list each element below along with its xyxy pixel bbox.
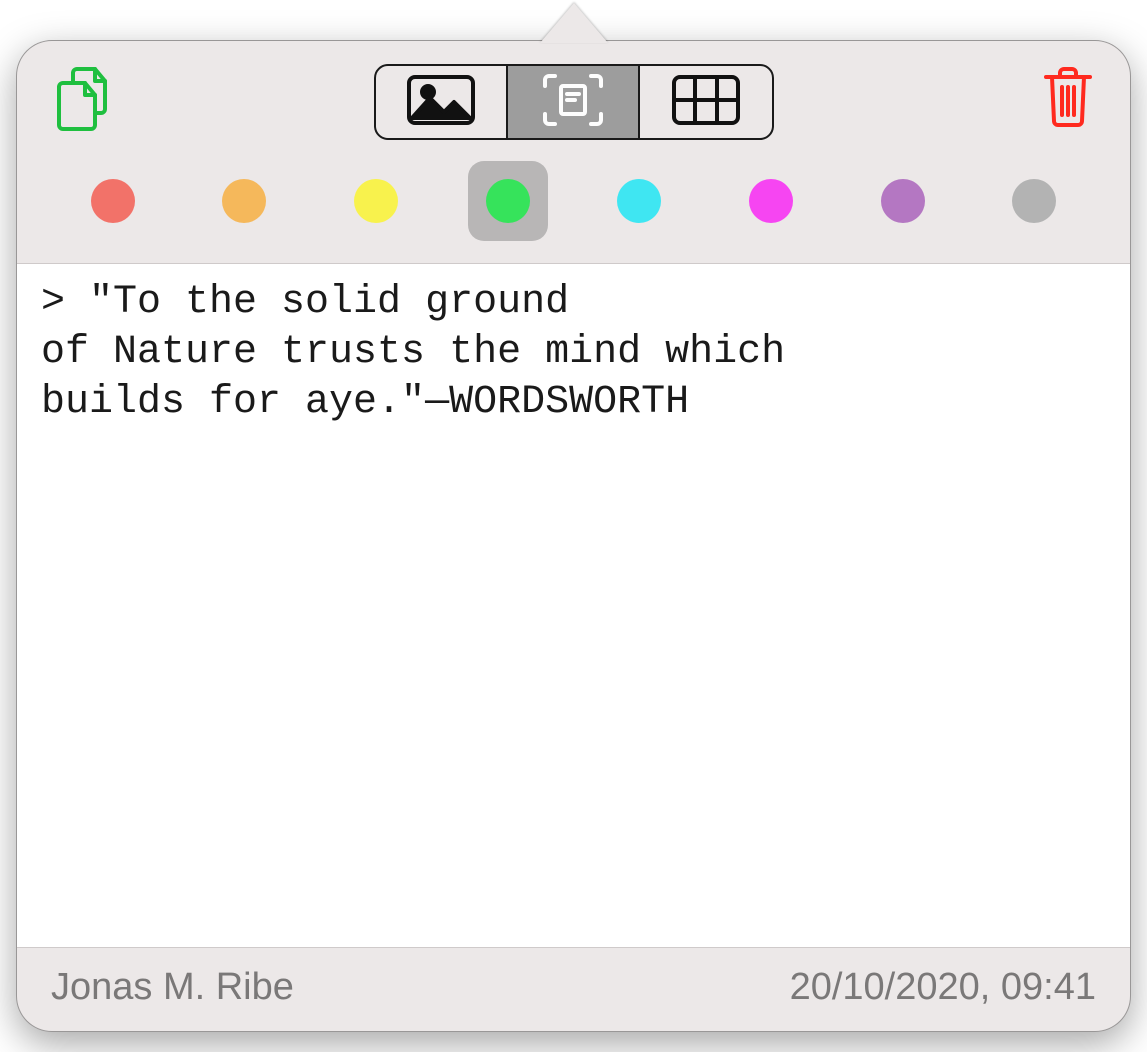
color-dot-icon <box>354 179 398 223</box>
color-dot-icon <box>881 179 925 223</box>
color-dot-icon <box>486 179 530 223</box>
picture-icon <box>406 74 476 131</box>
mode-image-button[interactable] <box>376 66 508 138</box>
color-swatch-orange[interactable] <box>204 161 284 241</box>
popover-panel: > "To the solid ground of Nature trusts … <box>16 40 1131 1032</box>
copy-documents-icon <box>51 119 113 134</box>
color-swatch-green[interactable] <box>468 161 548 241</box>
color-swatch-purple[interactable] <box>863 161 943 241</box>
color-dot-icon <box>91 179 135 223</box>
color-swatch-cyan[interactable] <box>599 161 679 241</box>
table-grid-icon <box>671 74 741 131</box>
mode-table-button[interactable] <box>640 66 772 138</box>
color-dot-icon <box>749 179 793 223</box>
timestamp-label: 20/10/2020, 09:41 <box>790 966 1096 1009</box>
color-dot-icon <box>222 179 266 223</box>
toolbar <box>17 41 1130 151</box>
color-swatch-red[interactable] <box>73 161 153 241</box>
mode-text-capture-button[interactable] <box>508 66 640 138</box>
color-swatch-magenta[interactable] <box>731 161 811 241</box>
color-dot-icon <box>1012 179 1056 223</box>
color-swatch-row <box>17 151 1130 263</box>
note-text-area[interactable]: > "To the solid ground of Nature trusts … <box>17 263 1130 948</box>
copy-button[interactable] <box>51 63 113 134</box>
delete-button[interactable] <box>1040 63 1096 132</box>
viewfinder-text-icon <box>541 72 605 133</box>
footer: Jonas M. Ribe 20/10/2020, 09:41 <box>17 948 1130 1031</box>
mode-segmented-control <box>374 64 774 140</box>
trash-icon <box>1040 117 1096 132</box>
color-swatch-yellow[interactable] <box>336 161 416 241</box>
author-label: Jonas M. Ribe <box>51 966 294 1009</box>
color-swatch-gray[interactable] <box>994 161 1074 241</box>
popover-arrow <box>540 3 608 43</box>
color-dot-icon <box>617 179 661 223</box>
